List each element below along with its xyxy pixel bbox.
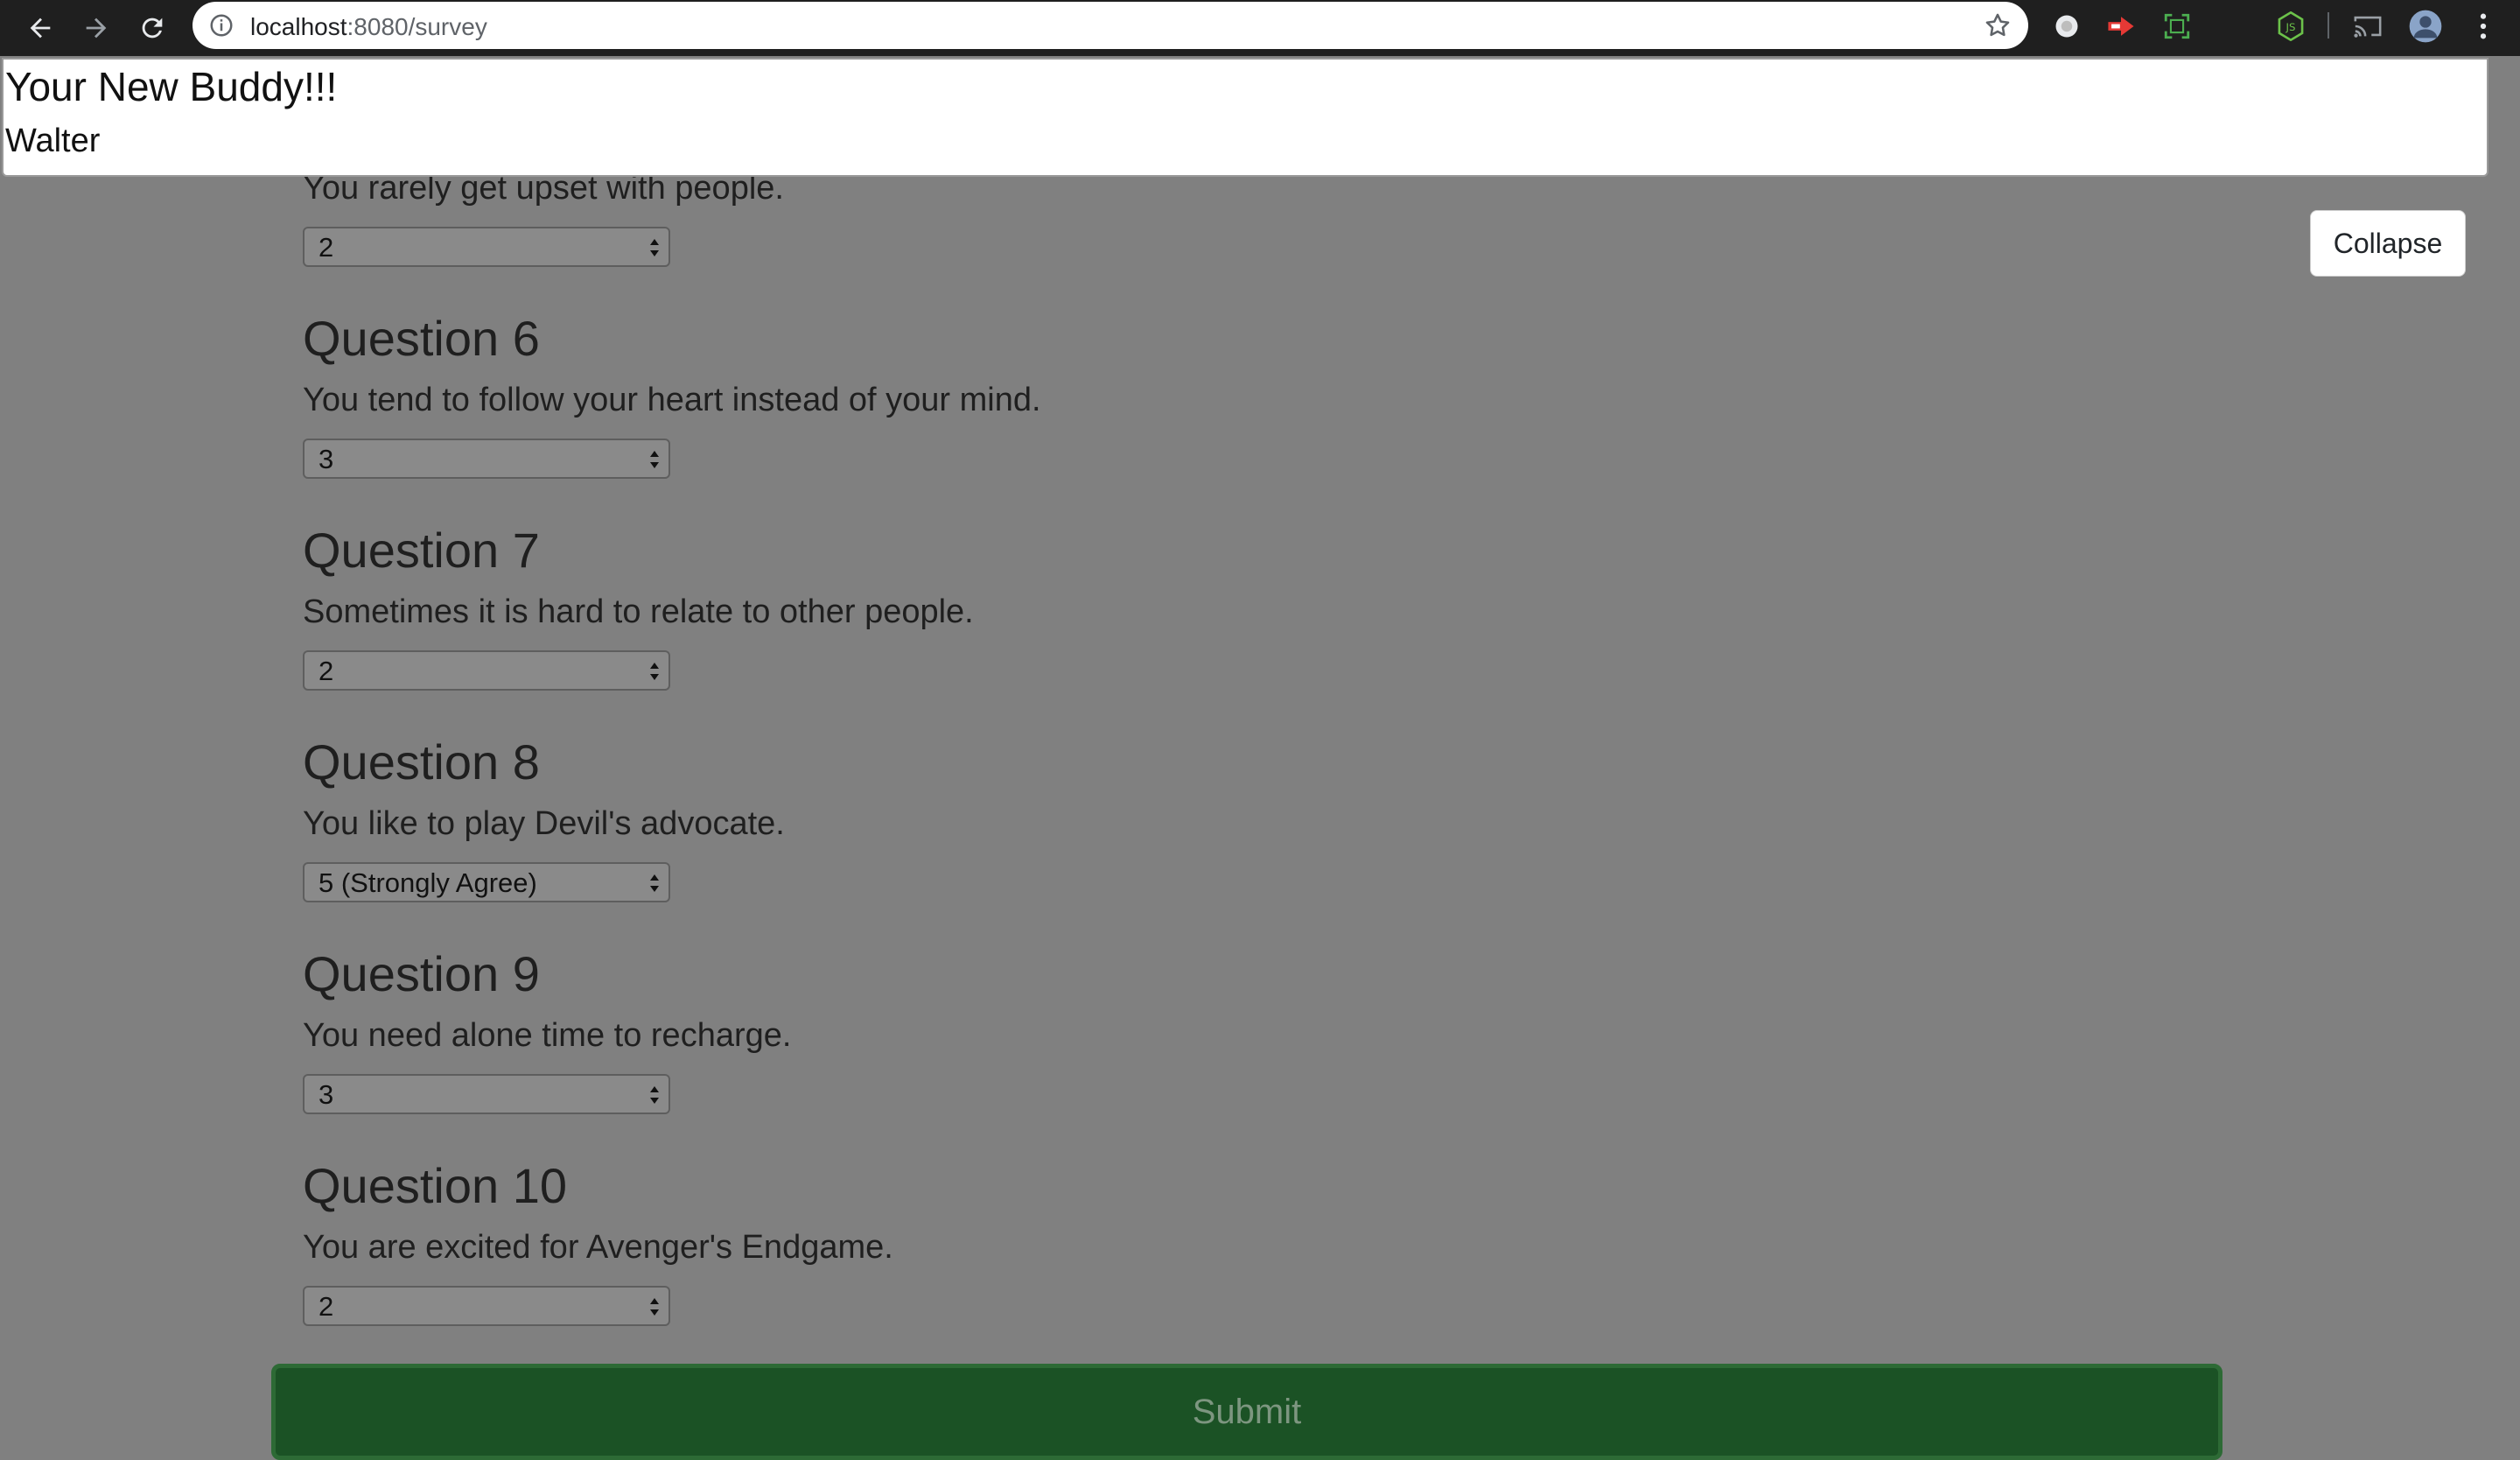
question-10-select[interactable]: 2 [303, 1286, 670, 1326]
submit-button[interactable]: Submit [271, 1364, 2222, 1460]
select-arrows-icon [650, 451, 659, 468]
toolbar-divider [2328, 12, 2329, 39]
cast-icon[interactable] [2350, 9, 2385, 44]
question-10-value: 2 [318, 1291, 334, 1322]
question-10-text: You are excited for Avenger's Endgame. [303, 1229, 893, 1266]
buddy-heading: Your New Buddy!!! [5, 64, 338, 109]
buddy-result-panel: Your New Buddy!!! Walter [2, 58, 2488, 177]
question-10-heading: Question 10 [303, 1158, 567, 1213]
reload-icon[interactable] [131, 7, 173, 49]
question-7-select[interactable]: 2 [303, 650, 670, 691]
question-6-value: 3 [318, 444, 334, 474]
select-arrows-icon [650, 663, 659, 680]
question-7-heading: Question 7 [303, 523, 540, 578]
select-arrows-icon [650, 1086, 659, 1104]
question-5-select[interactable]: 2 [303, 227, 670, 267]
url-text[interactable]: localhost:8080/survey [250, 13, 487, 41]
nodejs-icon[interactable]: JS [2273, 9, 2308, 44]
browser-toolbar: localhost:8080/survey JS [0, 0, 2520, 56]
question-9-heading: Question 9 [303, 946, 540, 1001]
question-9-value: 3 [318, 1079, 334, 1110]
question-8-select[interactable]: 5 (Strongly Agree) [303, 862, 670, 902]
question-9-text: You need alone time to recharge. [303, 1017, 792, 1054]
back-icon[interactable] [19, 7, 61, 49]
question-6-heading: Question 6 [303, 311, 540, 366]
collapse-button[interactable]: Collapse [2310, 210, 2466, 277]
screenshot-icon[interactable] [2160, 9, 2194, 44]
question-7-text: Sometimes it is hard to relate to other … [303, 593, 974, 630]
question-8-heading: Question 8 [303, 734, 540, 790]
bookmark-star-icon[interactable] [1983, 11, 2012, 40]
question-5-value: 2 [318, 232, 334, 263]
question-6-text: You tend to follow your heart instead of… [303, 382, 1041, 418]
question-9-select[interactable]: 3 [303, 1074, 670, 1114]
select-arrows-icon [650, 874, 659, 892]
forward-icon[interactable] [75, 7, 117, 49]
profile-avatar-icon[interactable] [2408, 9, 2443, 44]
menu-kebab-icon[interactable] [2466, 9, 2501, 44]
extension-record-icon[interactable] [2049, 9, 2084, 44]
address-bar[interactable]: localhost:8080/survey [192, 2, 2028, 49]
site-info-icon[interactable] [208, 12, 234, 39]
select-arrows-icon [650, 239, 659, 256]
question-8-text: You like to play Devil's advocate. [303, 805, 785, 842]
extension-arrow-icon[interactable] [2104, 9, 2138, 44]
svg-text:JS: JS [2286, 21, 2296, 33]
url-host: localhost [250, 13, 347, 40]
question-6-select[interactable]: 3 [303, 439, 670, 479]
question-8-value: 5 (Strongly Agree) [318, 867, 537, 898]
buddy-name: Walter [5, 123, 101, 159]
url-path: :8080/survey [346, 13, 487, 40]
select-arrows-icon [650, 1298, 659, 1316]
question-7-value: 2 [318, 656, 334, 686]
